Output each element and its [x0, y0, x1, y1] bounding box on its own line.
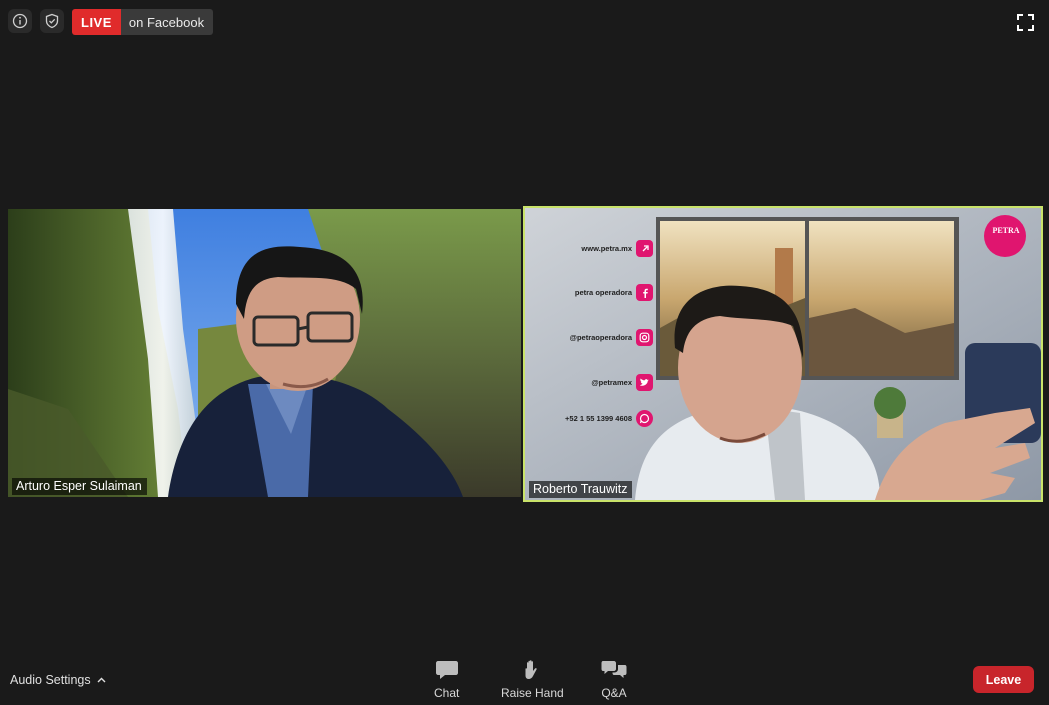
participant-name-label: Arturo Esper Sulaiman [12, 478, 147, 495]
raise-hand-button[interactable]: Raise Hand [501, 659, 564, 700]
participant-video [8, 209, 521, 497]
info-icon [12, 13, 28, 29]
chat-label: Chat [434, 686, 460, 700]
security-button[interactable] [40, 9, 64, 33]
audio-settings-label: Audio Settings [10, 673, 91, 687]
qa-icon [601, 661, 627, 678]
live-stream-indicator[interactable]: LIVE on Facebook [72, 9, 214, 35]
whatsapp-icon [636, 410, 653, 427]
bg-text-website: www.petra.mx [525, 240, 653, 257]
link-icon [636, 240, 653, 257]
qa-label: Q&A [601, 686, 627, 700]
twitter-icon [636, 374, 653, 391]
bg-text-twitter: @petramex [525, 374, 653, 391]
info-button[interactable] [8, 9, 32, 33]
bg-text-instagram: @petraoperadora [525, 329, 653, 346]
chat-button[interactable]: Chat [434, 659, 459, 700]
bg-text-facebook: petra operadora [525, 284, 653, 301]
qa-button[interactable]: Q&A [601, 659, 627, 700]
audio-settings-button[interactable]: Audio Settings [10, 673, 106, 687]
raise-hand-label: Raise Hand [501, 686, 564, 700]
shield-icon [45, 13, 59, 29]
bg-text-whatsapp: +52 1 55 1399 4608 [525, 410, 653, 427]
chat-icon [435, 661, 458, 679]
participant-name-label: Roberto Trauwitz [529, 481, 633, 498]
video-tile-roberto[interactable]: www.petra.mx petra operadora @petraopera… [523, 206, 1043, 502]
raise-hand-icon [525, 660, 538, 679]
leave-button[interactable]: Leave [973, 666, 1034, 693]
petra-logo: PETRA [992, 226, 1020, 235]
instagram-icon [636, 329, 653, 346]
live-badge: LIVE [72, 9, 121, 35]
chevron-up-icon [97, 677, 106, 683]
live-destination: on Facebook [120, 9, 214, 35]
facebook-icon [636, 284, 653, 301]
video-tile-arturo[interactable]: Arturo Esper Sulaiman [8, 209, 521, 497]
fullscreen-icon[interactable] [1017, 14, 1034, 31]
